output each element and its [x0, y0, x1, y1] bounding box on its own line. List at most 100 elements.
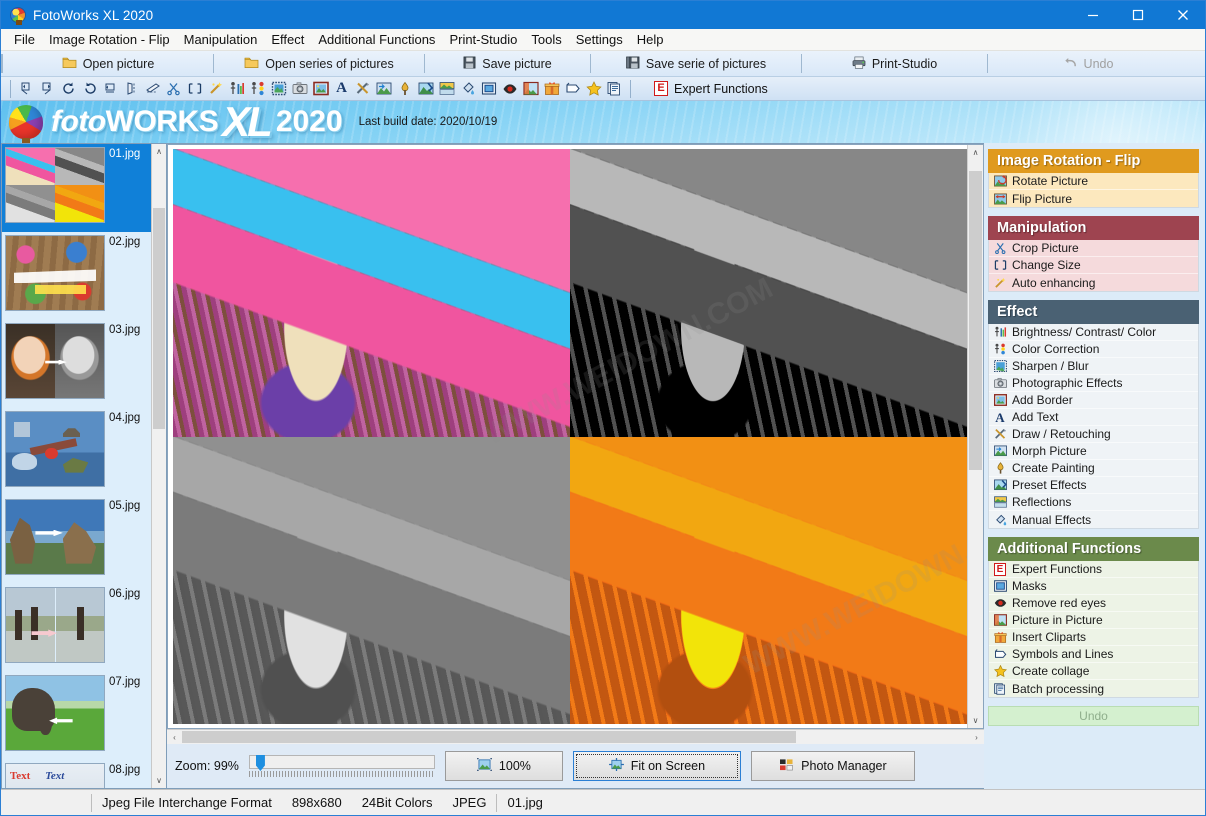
- menu-print-studio[interactable]: Print-Studio: [442, 30, 524, 49]
- thumbnail-scroll-up-button[interactable]: ∧: [152, 144, 166, 159]
- canvas-scroll-up-button[interactable]: ∧: [968, 145, 983, 160]
- thumbnail-item-05[interactable]: 05.jpg: [2, 496, 151, 584]
- thumbnail-scroll-thumb[interactable]: [153, 208, 165, 430]
- canvas-vscroll-track[interactable]: [968, 160, 983, 713]
- rotate-right-icon[interactable]: [37, 79, 58, 99]
- add-text-icon[interactable]: A: [331, 79, 352, 99]
- batch-processing-icon[interactable]: [604, 79, 625, 99]
- insert-cliparts-icon[interactable]: [541, 79, 562, 99]
- maximize-button[interactable]: [1115, 1, 1160, 29]
- menu-image-rotation-flip[interactable]: Image Rotation - Flip: [42, 30, 177, 49]
- thumbnail-item-04[interactable]: 04.jpg: [2, 408, 151, 496]
- zoom-slider-knob[interactable]: [255, 755, 265, 771]
- save-series-button[interactable]: Save serie of pictures: [591, 51, 801, 76]
- expert-functions-toolbar-button[interactable]: E Expert Functions: [648, 81, 774, 96]
- minimize-button[interactable]: [1070, 1, 1115, 29]
- crop-scissors-icon[interactable]: [163, 79, 184, 99]
- sidebar-item-draw-retouching[interactable]: Draw / Retouching: [989, 426, 1198, 443]
- sidebar-item-crop-picture[interactable]: Crop Picture: [989, 240, 1198, 257]
- sidebar-item-reflections[interactable]: Reflections: [989, 494, 1198, 511]
- sidebar-item-color-correction[interactable]: Color Correction: [989, 341, 1198, 358]
- canvas-scroll-down-button[interactable]: ∨: [968, 713, 983, 728]
- open-series-button[interactable]: Open series of pictures: [214, 51, 424, 76]
- add-border-icon[interactable]: [310, 79, 331, 99]
- rotate-left-icon[interactable]: [16, 79, 37, 99]
- open-picture-button[interactable]: Open picture: [3, 51, 213, 76]
- menu-settings[interactable]: Settings: [569, 30, 630, 49]
- thumbnail-list[interactable]: 01.jpg 02.jpg 03.jpg 04.jpg 05.jpg 06.jp…: [2, 144, 151, 788]
- print-studio-button[interactable]: Print-Studio: [802, 51, 987, 76]
- canvas-vscroll-thumb[interactable]: [969, 171, 982, 470]
- thumbnail-scroll-track[interactable]: [152, 159, 166, 773]
- zoom-100-button[interactable]: 100%: [444, 751, 563, 781]
- sidebar-item-insert-cliparts[interactable]: Insert Cliparts: [989, 629, 1198, 646]
- picture-in-picture-icon[interactable]: [520, 79, 541, 99]
- sidebar-item-morph-picture[interactable]: Morph Picture: [989, 443, 1198, 460]
- fit-on-screen-button[interactable]: Fit on Screen: [572, 751, 741, 781]
- canvas-horizontal-scrollbar[interactable]: ‹ ›: [167, 729, 984, 744]
- canvas-hscroll-thumb[interactable]: [182, 731, 796, 743]
- sidebar-item-picture-in-picture[interactable]: Picture in Picture: [989, 612, 1198, 629]
- save-picture-button[interactable]: Save picture: [425, 51, 590, 76]
- manual-effects-icon[interactable]: [457, 79, 478, 99]
- sidebar-item-masks[interactable]: Masks: [989, 578, 1198, 595]
- menu-file[interactable]: File: [7, 30, 42, 49]
- sidebar-item-add-border[interactable]: Add Border: [989, 392, 1198, 409]
- sidebar-item-change-size[interactable]: Change Size: [989, 257, 1198, 274]
- sidebar-item-expert-functions[interactable]: E Expert Functions: [989, 561, 1198, 578]
- canvas-scroll-left-button[interactable]: ‹: [167, 730, 182, 744]
- photo-manager-button[interactable]: Photo Manager: [750, 751, 915, 781]
- menu-additional-functions[interactable]: Additional Functions: [311, 30, 442, 49]
- brightness-contrast-icon[interactable]: [226, 79, 247, 99]
- sidebar-item-remove-red-eyes[interactable]: Remove red eyes: [989, 595, 1198, 612]
- sidebar-item-create-painting[interactable]: Create Painting: [989, 460, 1198, 477]
- draw-retouch-icon[interactable]: [352, 79, 373, 99]
- sidebar-item-sharpen-blur[interactable]: Sharpen / Blur: [989, 358, 1198, 375]
- rotate-cw-icon[interactable]: [58, 79, 79, 99]
- sidebar-item-auto-enhancing[interactable]: Auto enhancing: [989, 274, 1198, 291]
- create-collage-icon[interactable]: [583, 79, 604, 99]
- sidebar-item-photographic-effects[interactable]: Photographic Effects: [989, 375, 1198, 392]
- remove-red-eyes-icon[interactable]: [499, 79, 520, 99]
- resize-icon[interactable]: [184, 79, 205, 99]
- canvas-vertical-scrollbar[interactable]: ∧ ∨: [967, 145, 983, 728]
- menu-help[interactable]: Help: [630, 30, 671, 49]
- sidebar-item-rotate-picture[interactable]: Rotate Picture: [989, 173, 1198, 190]
- sidebar-item-manual-effects[interactable]: Manual Effects: [989, 511, 1198, 528]
- thumbnail-item-07[interactable]: 07.jpg: [2, 672, 151, 760]
- thumbnail-item-08[interactable]: Text Text 08.jpg: [2, 760, 151, 788]
- thumbnail-scroll-down-button[interactable]: ∨: [152, 773, 166, 788]
- menu-manipulation[interactable]: Manipulation: [177, 30, 265, 49]
- thumbnail-scrollbar[interactable]: ∧ ∨: [151, 144, 166, 788]
- reflections-icon[interactable]: [436, 79, 457, 99]
- flip-horizontal-icon[interactable]: [121, 79, 142, 99]
- preset-effects-icon[interactable]: [415, 79, 436, 99]
- menu-effect[interactable]: Effect: [264, 30, 311, 49]
- color-correction-icon[interactable]: [247, 79, 268, 99]
- perspective-icon[interactable]: [142, 79, 163, 99]
- thumbnail-item-02[interactable]: 02.jpg: [2, 232, 151, 320]
- masks-icon[interactable]: [478, 79, 499, 99]
- menu-tools[interactable]: Tools: [524, 30, 568, 49]
- sidebar-item-create-collage[interactable]: Create collage: [989, 663, 1198, 680]
- thumbnail-item-03[interactable]: 03.jpg: [2, 320, 151, 408]
- sharpen-blur-icon[interactable]: [268, 79, 289, 99]
- thumbnail-item-01[interactable]: 01.jpg: [2, 144, 151, 232]
- zoom-slider[interactable]: [248, 755, 435, 777]
- sidebar-item-preset-effects[interactable]: Preset Effects: [989, 477, 1198, 494]
- sidebar-item-symbols-and-lines[interactable]: Symbols and Lines: [989, 646, 1198, 663]
- zoom-slider-track[interactable]: [248, 755, 435, 771]
- thumbnail-item-06[interactable]: 06.jpg: [2, 584, 151, 672]
- photographic-effects-icon[interactable]: [289, 79, 310, 99]
- sidebar-item-flip-picture[interactable]: Flip Picture: [989, 190, 1198, 207]
- canvas-hscroll-track[interactable]: [182, 730, 969, 744]
- sidebar-item-brightness-contrast-color[interactable]: Brightness/ Contrast/ Color: [989, 324, 1198, 341]
- magic-wand-icon[interactable]: [205, 79, 226, 99]
- create-painting-icon[interactable]: [394, 79, 415, 99]
- sidebar-item-batch-processing[interactable]: Batch processing: [989, 680, 1198, 697]
- morph-icon[interactable]: [373, 79, 394, 99]
- symbols-lines-icon[interactable]: [562, 79, 583, 99]
- sidebar-item-add-text[interactable]: A Add Text: [989, 409, 1198, 426]
- rotate-ccw-icon[interactable]: [79, 79, 100, 99]
- image-canvas[interactable]: WWW.WEIDOWN.COM WWW.WEIDOWN.COM: [168, 145, 967, 728]
